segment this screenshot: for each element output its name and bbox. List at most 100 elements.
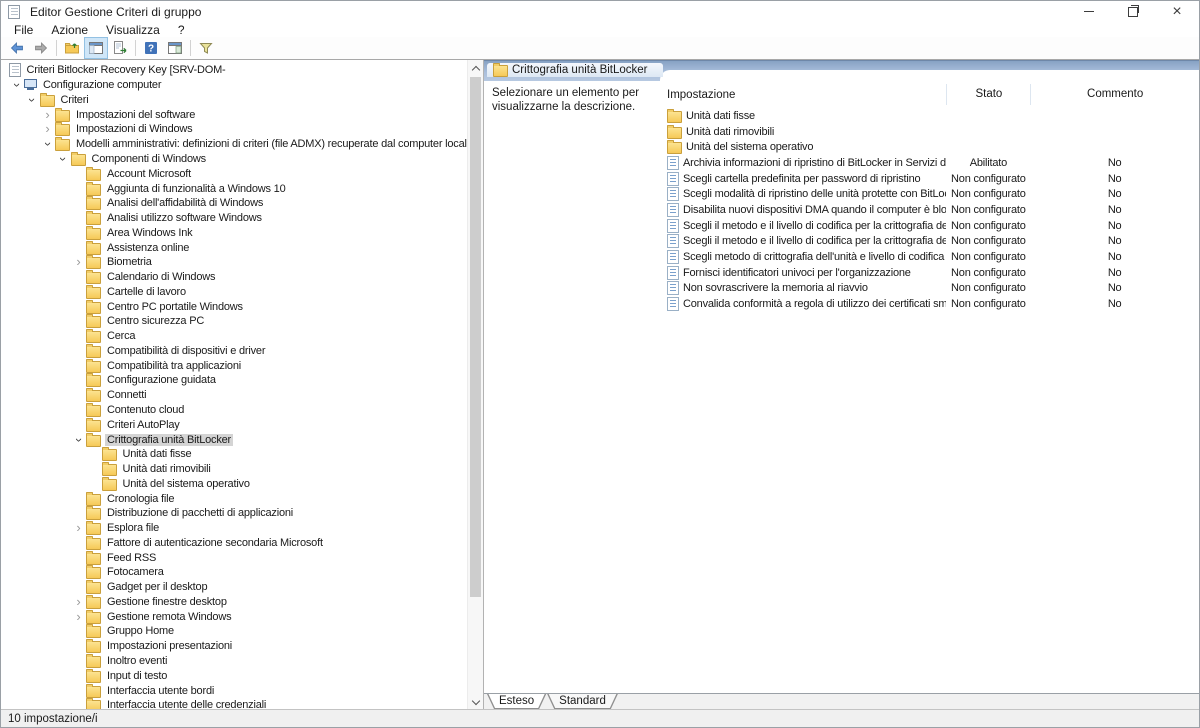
tree-item[interactable]: Criteri Bitlocker Recovery Key [SRV-DOM- bbox=[1, 63, 468, 78]
tree-item[interactable]: Input di testo bbox=[1, 668, 468, 683]
tree-item[interactable]: Gestione remota Windows bbox=[1, 609, 468, 624]
menu-azione[interactable]: Azione bbox=[42, 23, 97, 37]
list-row[interactable]: Scegli il metodo e il livello di codific… bbox=[660, 234, 1199, 250]
expander-icon[interactable] bbox=[40, 124, 55, 134]
forward-button[interactable] bbox=[29, 37, 53, 59]
filter-button[interactable] bbox=[194, 37, 218, 59]
tree-item[interactable]: Criteri bbox=[1, 93, 468, 108]
tree-item[interactable]: Centro sicurezza PC bbox=[1, 314, 468, 329]
tree-item[interactable]: Gruppo Home bbox=[1, 624, 468, 639]
tree-item[interactable]: Calendario di Windows bbox=[1, 270, 468, 285]
show-properties-window-button[interactable] bbox=[163, 37, 187, 59]
expander-icon[interactable] bbox=[71, 435, 86, 445]
expander-icon[interactable] bbox=[71, 612, 86, 622]
back-button[interactable] bbox=[5, 37, 29, 59]
tree-item[interactable]: Gestione finestre desktop bbox=[1, 595, 468, 610]
tree-item[interactable]: Aggiunta di funzionalità a Windows 10 bbox=[1, 181, 468, 196]
expander-icon[interactable] bbox=[71, 257, 86, 267]
tree-item-label: Gadget per il desktop bbox=[105, 581, 209, 593]
setting-name: Fornisci identificatori univoci per l'or… bbox=[683, 267, 911, 279]
menu-help[interactable]: ? bbox=[169, 23, 194, 37]
expander-icon[interactable] bbox=[56, 154, 71, 164]
tree-item[interactable]: Cartelle di lavoro bbox=[1, 284, 468, 299]
tree-item[interactable]: Esplora file bbox=[1, 521, 468, 536]
column-header-impostazione[interactable]: Impostazione bbox=[660, 89, 946, 101]
tree-item[interactable]: Interfaccia utente bordi bbox=[1, 683, 468, 698]
show-console-tree-button[interactable] bbox=[84, 37, 108, 59]
tree-item[interactable]: Contenuto cloud bbox=[1, 403, 468, 418]
tab-standard[interactable]: Standard bbox=[547, 694, 618, 709]
tree-item[interactable]: Centro PC portatile Windows bbox=[1, 299, 468, 314]
tree-item[interactable]: Area Windows Ink bbox=[1, 225, 468, 240]
list-row[interactable]: Unità dati fisse bbox=[660, 108, 1199, 124]
export-list-button[interactable] bbox=[108, 37, 132, 59]
tree-item[interactable]: Connetti bbox=[1, 388, 468, 403]
folder-icon bbox=[102, 479, 117, 491]
tree-item[interactable]: Account Microsoft bbox=[1, 166, 468, 181]
tree-item[interactable]: Cerca bbox=[1, 329, 468, 344]
tree-item[interactable]: Unità del sistema operativo bbox=[1, 476, 468, 491]
tree-item[interactable]: Distribuzione di pacchetti di applicazio… bbox=[1, 506, 468, 521]
tree-item[interactable]: Cronologia file bbox=[1, 491, 468, 506]
list-row[interactable]: Scegli cartella predefinita per password… bbox=[660, 171, 1199, 187]
menu-visualizza[interactable]: Visualizza bbox=[97, 23, 169, 37]
close-icon bbox=[1172, 4, 1181, 20]
column-header-stato[interactable]: Stato bbox=[946, 84, 1030, 105]
list-row[interactable]: Disabilita nuovi dispositivi DMA quando … bbox=[660, 202, 1199, 218]
view-tab-bar: Esteso Standard bbox=[484, 693, 1199, 710]
up-one-level-button[interactable] bbox=[60, 37, 84, 59]
menu-file[interactable]: File bbox=[5, 23, 42, 37]
console-tree-pane: Criteri Bitlocker Recovery Key [SRV-DOM-… bbox=[1, 60, 484, 710]
tree-item[interactable]: Configurazione computer bbox=[1, 78, 468, 93]
help-button[interactable]: ? bbox=[139, 37, 163, 59]
list-row[interactable]: Scegli metodo di crittografia dell'unità… bbox=[660, 249, 1199, 265]
expander-icon[interactable] bbox=[40, 139, 55, 149]
tree-item[interactable]: Biometria bbox=[1, 255, 468, 270]
list-row[interactable]: Scegli modalità di ripristino delle unit… bbox=[660, 186, 1199, 202]
tree-item[interactable]: Impostazioni del software bbox=[1, 107, 468, 122]
tree-item[interactable]: Impostazioni di Windows bbox=[1, 122, 468, 137]
scrollbar-thumb[interactable] bbox=[470, 77, 481, 597]
column-header-commento[interactable]: Commento bbox=[1030, 84, 1199, 105]
list-row[interactable]: Fornisci identificatori univoci per l'or… bbox=[660, 265, 1199, 281]
minimize-button[interactable] bbox=[1067, 1, 1111, 22]
tree-item[interactable]: Criteri AutoPlay bbox=[1, 417, 468, 432]
expander-icon[interactable] bbox=[71, 597, 86, 607]
folder-icon bbox=[86, 405, 101, 417]
list-row[interactable]: Scegli il metodo e il livello di codific… bbox=[660, 218, 1199, 234]
tree-item[interactable]: Modelli amministrativi: definizioni di c… bbox=[1, 137, 468, 152]
tree-item[interactable]: Inoltro eventi bbox=[1, 654, 468, 669]
tree-item[interactable]: Componenti di Windows bbox=[1, 152, 468, 167]
tree-item[interactable]: Analisi utilizzo software Windows bbox=[1, 211, 468, 226]
tree-item[interactable]: Unità dati rimovibili bbox=[1, 462, 468, 477]
expander-icon[interactable] bbox=[71, 523, 86, 533]
tree-scrollbar[interactable] bbox=[467, 60, 483, 710]
tree-item[interactable]: Configurazione guidata bbox=[1, 373, 468, 388]
close-button[interactable] bbox=[1155, 1, 1199, 22]
list-row[interactable]: Unità dati rimovibili bbox=[660, 124, 1199, 140]
setting-stato: Non configurato bbox=[946, 188, 1030, 200]
scroll-down-button[interactable] bbox=[468, 694, 483, 710]
list-row[interactable]: Convalida conformità a regola di utilizz… bbox=[660, 296, 1199, 312]
tree-item[interactable]: Impostazioni presentazioni bbox=[1, 639, 468, 654]
list-row[interactable]: Unità del sistema operativo bbox=[660, 139, 1199, 155]
tree-item[interactable]: Compatibilità tra applicazioni bbox=[1, 358, 468, 373]
expander-icon[interactable] bbox=[25, 95, 40, 105]
list-row[interactable]: Non sovrascrivere la memoria al riavvio … bbox=[660, 281, 1199, 297]
tree-item[interactable]: Gadget per il desktop bbox=[1, 580, 468, 595]
tree-item[interactable]: Unità dati fisse bbox=[1, 447, 468, 462]
scroll-up-button[interactable] bbox=[468, 60, 483, 76]
tree-item[interactable]: Feed RSS bbox=[1, 550, 468, 565]
restore-button[interactable] bbox=[1111, 1, 1155, 22]
tree-item[interactable]: Crittografia unità BitLocker bbox=[1, 432, 468, 447]
tree-item[interactable]: Assistenza online bbox=[1, 240, 468, 255]
tree-item[interactable]: Fattore di autenticazione secondaria Mic… bbox=[1, 536, 468, 551]
list-row[interactable]: Archivia informazioni di ripristino di B… bbox=[660, 155, 1199, 171]
tab-esteso[interactable]: Esteso bbox=[487, 694, 546, 709]
tree-item[interactable]: Analisi dell'affidabilità di Windows bbox=[1, 196, 468, 211]
expander-icon[interactable] bbox=[9, 80, 24, 90]
folder-icon bbox=[86, 435, 101, 447]
tree-item[interactable]: Compatibilità di dispositivi e driver bbox=[1, 344, 468, 359]
tree-item[interactable]: Fotocamera bbox=[1, 565, 468, 580]
expander-icon[interactable] bbox=[40, 110, 55, 120]
